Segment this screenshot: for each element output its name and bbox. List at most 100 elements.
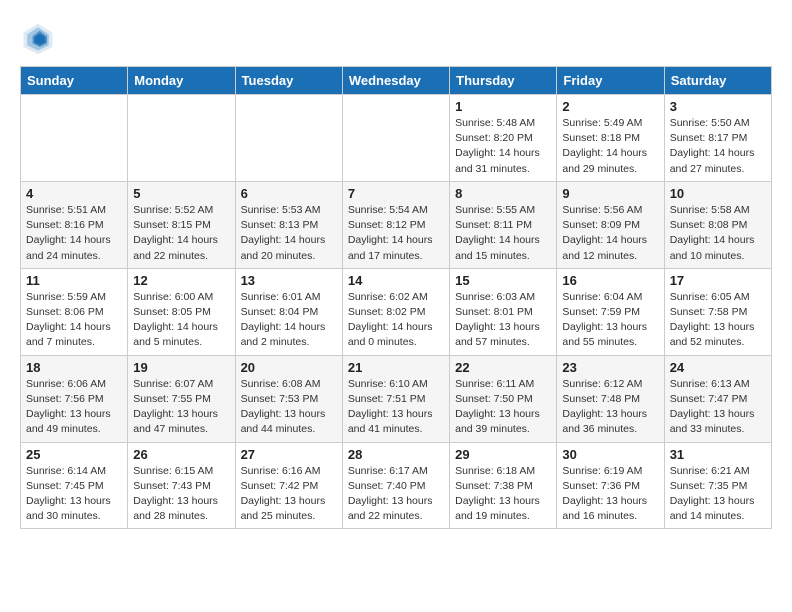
day-header-tuesday: Tuesday — [235, 67, 342, 95]
calendar-cell: 7 Sunrise: 5:54 AM Sunset: 8:12 PM Daylig… — [342, 181, 449, 268]
calendar-cell: 13 Sunrise: 6:01 AM Sunset: 8:04 PM Dayli… — [235, 268, 342, 355]
day-number: 6 — [241, 186, 337, 201]
day-detail: Sunrise: 6:01 AM Sunset: 8:04 PM Dayligh… — [241, 290, 337, 351]
calendar-cell: 22 Sunrise: 6:11 AM Sunset: 7:50 PM Dayli… — [450, 355, 557, 442]
day-number: 22 — [455, 360, 551, 375]
calendar-cell: 11 Sunrise: 5:59 AM Sunset: 8:06 PM Dayli… — [21, 268, 128, 355]
day-detail: Sunrise: 6:12 AM Sunset: 7:48 PM Dayligh… — [562, 377, 658, 438]
day-detail: Sunrise: 6:05 AM Sunset: 7:58 PM Dayligh… — [670, 290, 766, 351]
calendar-cell: 12 Sunrise: 6:00 AM Sunset: 8:05 PM Dayli… — [128, 268, 235, 355]
day-number: 5 — [133, 186, 229, 201]
day-detail: Sunrise: 5:48 AM Sunset: 8:20 PM Dayligh… — [455, 116, 551, 177]
day-number: 30 — [562, 447, 658, 462]
logo-icon — [20, 20, 56, 56]
day-detail: Sunrise: 5:53 AM Sunset: 8:13 PM Dayligh… — [241, 203, 337, 264]
day-detail: Sunrise: 6:19 AM Sunset: 7:36 PM Dayligh… — [562, 464, 658, 525]
calendar-cell — [128, 95, 235, 182]
calendar-cell: 14 Sunrise: 6:02 AM Sunset: 8:02 PM Dayli… — [342, 268, 449, 355]
day-detail: Sunrise: 6:04 AM Sunset: 7:59 PM Dayligh… — [562, 290, 658, 351]
day-header-wednesday: Wednesday — [342, 67, 449, 95]
calendar-cell: 6 Sunrise: 5:53 AM Sunset: 8:13 PM Daylig… — [235, 181, 342, 268]
day-number: 29 — [455, 447, 551, 462]
day-number: 12 — [133, 273, 229, 288]
calendar-cell: 19Sunrise: 6:07 AM Sunset: 7:55 PM Dayli… — [128, 355, 235, 442]
calendar-cell: 29Sunrise: 6:18 AM Sunset: 7:38 PM Dayli… — [450, 442, 557, 529]
day-number: 10 — [670, 186, 766, 201]
calendar-cell: 1 Sunrise: 5:48 AM Sunset: 8:20 PM Daylig… — [450, 95, 557, 182]
day-number: 11 — [26, 273, 122, 288]
day-number: 18 — [26, 360, 122, 375]
day-detail: Sunrise: 6:13 AM Sunset: 7:47 PM Dayligh… — [670, 377, 766, 438]
day-detail: Sunrise: 5:54 AM Sunset: 8:12 PM Dayligh… — [348, 203, 444, 264]
day-number: 26 — [133, 447, 229, 462]
day-number: 8 — [455, 186, 551, 201]
day-detail: Sunrise: 6:21 AM Sunset: 7:35 PM Dayligh… — [670, 464, 766, 525]
day-detail: Sunrise: 6:14 AM Sunset: 7:45 PM Dayligh… — [26, 464, 122, 525]
calendar-week-row: 18Sunrise: 6:06 AM Sunset: 7:56 PM Dayli… — [21, 355, 772, 442]
calendar-cell: 9Sunrise: 5:56 AM Sunset: 8:09 PM Daylig… — [557, 181, 664, 268]
calendar-cell: 31 Sunrise: 6:21 AM Sunset: 7:35 PM Dayli… — [664, 442, 771, 529]
day-number: 4 — [26, 186, 122, 201]
day-number: 14 — [348, 273, 444, 288]
calendar-week-row: 1 Sunrise: 5:48 AM Sunset: 8:20 PM Daylig… — [21, 95, 772, 182]
page-header — [20, 20, 772, 56]
day-header-saturday: Saturday — [664, 67, 771, 95]
calendar-cell: 25Sunrise: 6:14 AM Sunset: 7:45 PM Dayli… — [21, 442, 128, 529]
day-number: 23 — [562, 360, 658, 375]
day-number: 7 — [348, 186, 444, 201]
day-number: 3 — [670, 99, 766, 114]
calendar-cell: 21 Sunrise: 6:10 AM Sunset: 7:51 PM Dayli… — [342, 355, 449, 442]
day-detail: Sunrise: 6:16 AM Sunset: 7:42 PM Dayligh… — [241, 464, 337, 525]
calendar-cell: 20 Sunrise: 6:08 AM Sunset: 7:53 PM Dayli… — [235, 355, 342, 442]
calendar-week-row: 25Sunrise: 6:14 AM Sunset: 7:45 PM Dayli… — [21, 442, 772, 529]
calendar-cell — [21, 95, 128, 182]
day-detail: Sunrise: 5:56 AM Sunset: 8:09 PM Dayligh… — [562, 203, 658, 264]
calendar-header-row: SundayMondayTuesdayWednesdayThursdayFrid… — [21, 67, 772, 95]
day-number: 1 — [455, 99, 551, 114]
day-detail: Sunrise: 6:03 AM Sunset: 8:01 PM Dayligh… — [455, 290, 551, 351]
day-detail: Sunrise: 6:00 AM Sunset: 8:05 PM Dayligh… — [133, 290, 229, 351]
calendar-cell: 10 Sunrise: 5:58 AM Sunset: 8:08 PM Dayli… — [664, 181, 771, 268]
calendar-cell: 18Sunrise: 6:06 AM Sunset: 7:56 PM Dayli… — [21, 355, 128, 442]
calendar-cell: 3Sunrise: 5:50 AM Sunset: 8:17 PM Daylig… — [664, 95, 771, 182]
day-header-sunday: Sunday — [21, 67, 128, 95]
day-number: 20 — [241, 360, 337, 375]
day-detail: Sunrise: 5:49 AM Sunset: 8:18 PM Dayligh… — [562, 116, 658, 177]
calendar-cell: 28 Sunrise: 6:17 AM Sunset: 7:40 PM Dayli… — [342, 442, 449, 529]
calendar-cell: 5 Sunrise: 5:52 AM Sunset: 8:15 PM Daylig… — [128, 181, 235, 268]
day-detail: Sunrise: 5:59 AM Sunset: 8:06 PM Dayligh… — [26, 290, 122, 351]
day-number: 31 — [670, 447, 766, 462]
day-detail: Sunrise: 6:17 AM Sunset: 7:40 PM Dayligh… — [348, 464, 444, 525]
calendar-cell: 17 Sunrise: 6:05 AM Sunset: 7:58 PM Dayli… — [664, 268, 771, 355]
day-number: 15 — [455, 273, 551, 288]
day-detail: Sunrise: 6:15 AM Sunset: 7:43 PM Dayligh… — [133, 464, 229, 525]
day-detail: Sunrise: 6:11 AM Sunset: 7:50 PM Dayligh… — [455, 377, 551, 438]
calendar-cell: 2 Sunrise: 5:49 AM Sunset: 8:18 PM Daylig… — [557, 95, 664, 182]
calendar-cell: 8Sunrise: 5:55 AM Sunset: 8:11 PM Daylig… — [450, 181, 557, 268]
calendar-cell — [342, 95, 449, 182]
day-number: 21 — [348, 360, 444, 375]
calendar-cell: 16 Sunrise: 6:04 AM Sunset: 7:59 PM Dayli… — [557, 268, 664, 355]
day-detail: Sunrise: 6:07 AM Sunset: 7:55 PM Dayligh… — [133, 377, 229, 438]
day-detail: Sunrise: 6:02 AM Sunset: 8:02 PM Dayligh… — [348, 290, 444, 351]
day-number: 27 — [241, 447, 337, 462]
day-detail: Sunrise: 5:52 AM Sunset: 8:15 PM Dayligh… — [133, 203, 229, 264]
calendar-cell: 23 Sunrise: 6:12 AM Sunset: 7:48 PM Dayli… — [557, 355, 664, 442]
day-number: 28 — [348, 447, 444, 462]
calendar-cell: 4Sunrise: 5:51 AM Sunset: 8:16 PM Daylig… — [21, 181, 128, 268]
day-number: 16 — [562, 273, 658, 288]
calendar-cell: 27 Sunrise: 6:16 AM Sunset: 7:42 PM Dayli… — [235, 442, 342, 529]
calendar-table: SundayMondayTuesdayWednesdayThursdayFrid… — [20, 66, 772, 529]
calendar-cell: 26 Sunrise: 6:15 AM Sunset: 7:43 PM Dayli… — [128, 442, 235, 529]
day-number: 24 — [670, 360, 766, 375]
day-number: 17 — [670, 273, 766, 288]
calendar-week-row: 11 Sunrise: 5:59 AM Sunset: 8:06 PM Dayli… — [21, 268, 772, 355]
day-header-friday: Friday — [557, 67, 664, 95]
day-detail: Sunrise: 6:10 AM Sunset: 7:51 PM Dayligh… — [348, 377, 444, 438]
day-number: 2 — [562, 99, 658, 114]
day-header-thursday: Thursday — [450, 67, 557, 95]
day-detail: Sunrise: 6:08 AM Sunset: 7:53 PM Dayligh… — [241, 377, 337, 438]
calendar-week-row: 4Sunrise: 5:51 AM Sunset: 8:16 PM Daylig… — [21, 181, 772, 268]
day-number: 13 — [241, 273, 337, 288]
day-detail: Sunrise: 5:58 AM Sunset: 8:08 PM Dayligh… — [670, 203, 766, 264]
